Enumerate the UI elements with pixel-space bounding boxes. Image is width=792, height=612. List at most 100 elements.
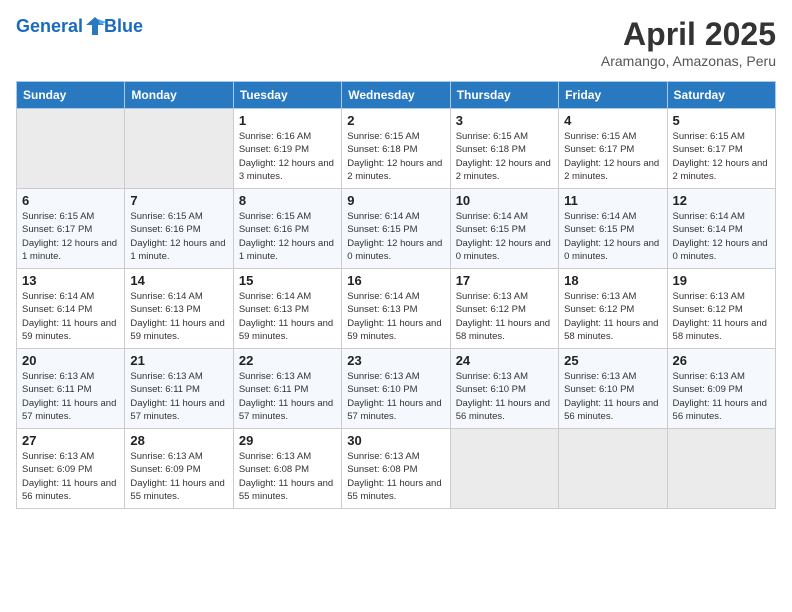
calendar-cell: 11 Sunrise: 6:14 AMSunset: 6:15 PMDayligh…	[559, 189, 667, 269]
calendar-cell: 14 Sunrise: 6:14 AMSunset: 6:13 PMDayligh…	[125, 269, 233, 349]
calendar-cell: 17Sunrise: 6:13 AMSunset: 6:12 PMDayligh…	[450, 269, 558, 349]
calendar-cell	[559, 429, 667, 509]
day-info: Sunrise: 6:13 AMSunset: 6:09 PMDaylight:…	[22, 450, 119, 503]
day-info: Sunrise: 6:15 AMSunset: 6:17 PMDaylight:…	[22, 210, 119, 263]
day-number: 21	[130, 353, 227, 368]
day-number: 23	[347, 353, 444, 368]
weekday-header-tuesday: Tuesday	[233, 82, 341, 109]
calendar-cell: 16 Sunrise: 6:14 AMSunset: 6:13 PMDayligh…	[342, 269, 450, 349]
title-block: April 2025 Aramango, Amazonas, Peru	[601, 16, 776, 69]
day-info: Sunrise: 6:13 AMSunset: 6:10 PMDaylight:…	[456, 370, 553, 423]
calendar-cell: 29 Sunrise: 6:13 AMSunset: 6:08 PMDayligh…	[233, 429, 341, 509]
day-number: 20	[22, 353, 119, 368]
calendar-cell: 23 Sunrise: 6:13 AMSunset: 6:10 PMDayligh…	[342, 349, 450, 429]
day-number: 5	[673, 113, 770, 128]
calendar-cell: 25 Sunrise: 6:13 AMSunset: 6:10 PMDayligh…	[559, 349, 667, 429]
day-number: 6	[22, 193, 119, 208]
calendar-cell: 3 Sunrise: 6:15 AMSunset: 6:18 PMDaylight…	[450, 109, 558, 189]
day-info: Sunrise: 6:13 AMSunset: 6:11 PMDaylight:…	[130, 370, 227, 423]
day-info: Sunrise: 6:13 AMSunset: 6:10 PMDaylight:…	[347, 370, 444, 423]
day-info: Sunrise: 6:15 AMSunset: 6:17 PMDaylight:…	[564, 130, 661, 183]
page-header: General Blue April 2025 Aramango, Amazon…	[16, 16, 776, 69]
day-info: Sunrise: 6:15 AMSunset: 6:18 PMDaylight:…	[456, 130, 553, 183]
calendar-cell: 1 Sunrise: 6:16 AMSunset: 6:19 PMDaylight…	[233, 109, 341, 189]
weekday-header-wednesday: Wednesday	[342, 82, 450, 109]
day-info: Sunrise: 6:16 AMSunset: 6:19 PMDaylight:…	[239, 130, 336, 183]
calendar-cell: 7Sunrise: 6:15 AMSunset: 6:16 PMDaylight…	[125, 189, 233, 269]
calendar-cell: 20 Sunrise: 6:13 AMSunset: 6:11 PMDayligh…	[17, 349, 125, 429]
day-info: Sunrise: 6:14 AMSunset: 6:13 PMDaylight:…	[239, 290, 336, 343]
calendar-cell: 26 Sunrise: 6:13 AMSunset: 6:09 PMDayligh…	[667, 349, 775, 429]
calendar-cell: 2Sunrise: 6:15 AMSunset: 6:18 PMDaylight…	[342, 109, 450, 189]
calendar-cell: 6 Sunrise: 6:15 AMSunset: 6:17 PMDaylight…	[17, 189, 125, 269]
day-number: 28	[130, 433, 227, 448]
weekday-header-monday: Monday	[125, 82, 233, 109]
day-number: 8	[239, 193, 336, 208]
calendar-cell: 13Sunrise: 6:14 AMSunset: 6:14 PMDayligh…	[17, 269, 125, 349]
day-number: 27	[22, 433, 119, 448]
day-info: Sunrise: 6:13 AMSunset: 6:12 PMDaylight:…	[456, 290, 553, 343]
calendar-cell: 21 Sunrise: 6:13 AMSunset: 6:11 PMDayligh…	[125, 349, 233, 429]
calendar-cell: 27 Sunrise: 6:13 AMSunset: 6:09 PMDayligh…	[17, 429, 125, 509]
day-info: Sunrise: 6:13 AMSunset: 6:09 PMDaylight:…	[673, 370, 770, 423]
calendar-cell	[667, 429, 775, 509]
calendar-cell: 10 Sunrise: 6:14 AMSunset: 6:15 PMDayligh…	[450, 189, 558, 269]
calendar-cell: 15 Sunrise: 6:14 AMSunset: 6:13 PMDayligh…	[233, 269, 341, 349]
day-info: Sunrise: 6:13 AMSunset: 6:11 PMDaylight:…	[239, 370, 336, 423]
logo-text: General	[16, 16, 106, 37]
day-number: 30	[347, 433, 444, 448]
calendar-cell: 4 Sunrise: 6:15 AMSunset: 6:17 PMDaylight…	[559, 109, 667, 189]
calendar-cell: 22 Sunrise: 6:13 AMSunset: 6:11 PMDayligh…	[233, 349, 341, 429]
day-number: 19	[673, 273, 770, 288]
day-number: 10	[456, 193, 553, 208]
day-number: 9	[347, 193, 444, 208]
calendar-cell	[17, 109, 125, 189]
calendar-cell: 28 Sunrise: 6:13 AMSunset: 6:09 PMDayligh…	[125, 429, 233, 509]
day-number: 3	[456, 113, 553, 128]
day-number: 22	[239, 353, 336, 368]
day-number: 12	[673, 193, 770, 208]
day-number: 11	[564, 193, 661, 208]
calendar-cell	[450, 429, 558, 509]
weekday-header-thursday: Thursday	[450, 82, 558, 109]
calendar-cell: 30 Sunrise: 6:13 AMSunset: 6:08 PMDayligh…	[342, 429, 450, 509]
calendar-cell: 9 Sunrise: 6:14 AMSunset: 6:15 PMDaylight…	[342, 189, 450, 269]
day-number: 2	[347, 113, 444, 128]
day-info: Sunrise: 6:13 AMSunset: 6:10 PMDaylight:…	[564, 370, 661, 423]
calendar-cell	[125, 109, 233, 189]
day-number: 16	[347, 273, 444, 288]
day-number: 15	[239, 273, 336, 288]
month-year-title: April 2025	[601, 16, 776, 53]
calendar-cell: 8 Sunrise: 6:15 AMSunset: 6:16 PMDaylight…	[233, 189, 341, 269]
day-number: 18	[564, 273, 661, 288]
day-info: Sunrise: 6:14 AMSunset: 6:13 PMDaylight:…	[130, 290, 227, 343]
day-info: Sunrise: 6:13 AMSunset: 6:12 PMDaylight:…	[564, 290, 661, 343]
calendar-cell: 19Sunrise: 6:13 AMSunset: 6:12 PMDayligh…	[667, 269, 775, 349]
day-number: 24	[456, 353, 553, 368]
day-info: Sunrise: 6:14 AMSunset: 6:14 PMDaylight:…	[673, 210, 770, 263]
weekday-header-friday: Friday	[559, 82, 667, 109]
day-info: Sunrise: 6:15 AMSunset: 6:16 PMDaylight:…	[239, 210, 336, 263]
calendar-table: SundayMondayTuesdayWednesdayThursdayFrid…	[16, 81, 776, 509]
day-info: Sunrise: 6:13 AMSunset: 6:09 PMDaylight:…	[130, 450, 227, 503]
day-info: Sunrise: 6:15 AMSunset: 6:16 PMDaylight:…	[130, 210, 227, 263]
calendar-cell: 5Sunrise: 6:15 AMSunset: 6:17 PMDaylight…	[667, 109, 775, 189]
logo-blue-text: Blue	[104, 16, 143, 37]
calendar-cell: 24 Sunrise: 6:13 AMSunset: 6:10 PMDayligh…	[450, 349, 558, 429]
day-info: Sunrise: 6:14 AMSunset: 6:15 PMDaylight:…	[564, 210, 661, 263]
day-number: 25	[564, 353, 661, 368]
day-info: Sunrise: 6:14 AMSunset: 6:15 PMDaylight:…	[456, 210, 553, 263]
logo: General Blue	[16, 16, 143, 37]
day-number: 26	[673, 353, 770, 368]
weekday-header-sunday: Sunday	[17, 82, 125, 109]
day-info: Sunrise: 6:14 AMSunset: 6:15 PMDaylight:…	[347, 210, 444, 263]
day-number: 14	[130, 273, 227, 288]
day-info: Sunrise: 6:13 AMSunset: 6:11 PMDaylight:…	[22, 370, 119, 423]
day-number: 29	[239, 433, 336, 448]
day-number: 1	[239, 113, 336, 128]
day-info: Sunrise: 6:13 AMSunset: 6:08 PMDaylight:…	[239, 450, 336, 503]
day-number: 13	[22, 273, 119, 288]
day-number: 4	[564, 113, 661, 128]
day-info: Sunrise: 6:14 AMSunset: 6:13 PMDaylight:…	[347, 290, 444, 343]
day-info: Sunrise: 6:13 AMSunset: 6:08 PMDaylight:…	[347, 450, 444, 503]
